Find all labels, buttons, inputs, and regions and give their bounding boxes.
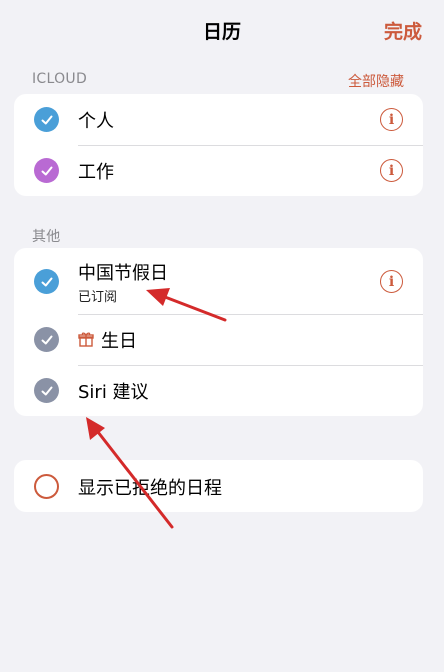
checkmark-icon[interactable] [34,107,59,132]
checkmark-icon[interactable] [34,269,59,294]
calendar-label: 生日 [101,331,137,352]
declined-events-card: 显示已拒绝的日程 [14,460,423,512]
calendar-row-birthdays[interactable]: 生日 [14,314,423,365]
show-declined-events-row[interactable]: 显示已拒绝的日程 [14,460,423,512]
calendar-label: 工作 [78,162,114,183]
info-icon[interactable]: i [380,270,403,293]
info-icon[interactable]: i [380,159,403,182]
section-header-icloud: ICLOUD [32,71,88,87]
subscribed-label: 已订阅 [78,290,118,305]
unchecked-circle-icon[interactable] [34,474,59,499]
done-button[interactable]: 完成 [384,17,422,44]
gift-icon [78,332,94,347]
hide-all-button[interactable]: 全部隐藏 [348,71,404,91]
calendar-row-holidays[interactable]: 中国节假日 已订阅 i [14,248,423,314]
calendar-label: Siri 建议 [78,382,149,403]
page-title: 日历 [202,21,241,43]
icloud-calendar-list: 个人 i 工作 i [14,94,423,196]
calendar-row-siri-suggestions[interactable]: Siri 建议 [14,365,423,416]
checkmark-icon[interactable] [34,158,59,183]
info-icon[interactable]: i [380,108,403,131]
checkmark-icon[interactable] [34,327,59,352]
calendar-label: 中国节假日 [78,263,168,284]
calendar-row-work[interactable]: 工作 i [14,145,423,196]
show-declined-events-label: 显示已拒绝的日程 [78,478,222,499]
calendar-row-personal[interactable]: 个人 i [14,94,423,145]
calendar-label: 个人 [78,111,114,132]
other-calendar-list: 中国节假日 已订阅 i 生日 Siri 建议 [14,248,423,416]
section-header-other: 其他 [32,229,61,245]
checkmark-icon[interactable] [34,378,59,403]
